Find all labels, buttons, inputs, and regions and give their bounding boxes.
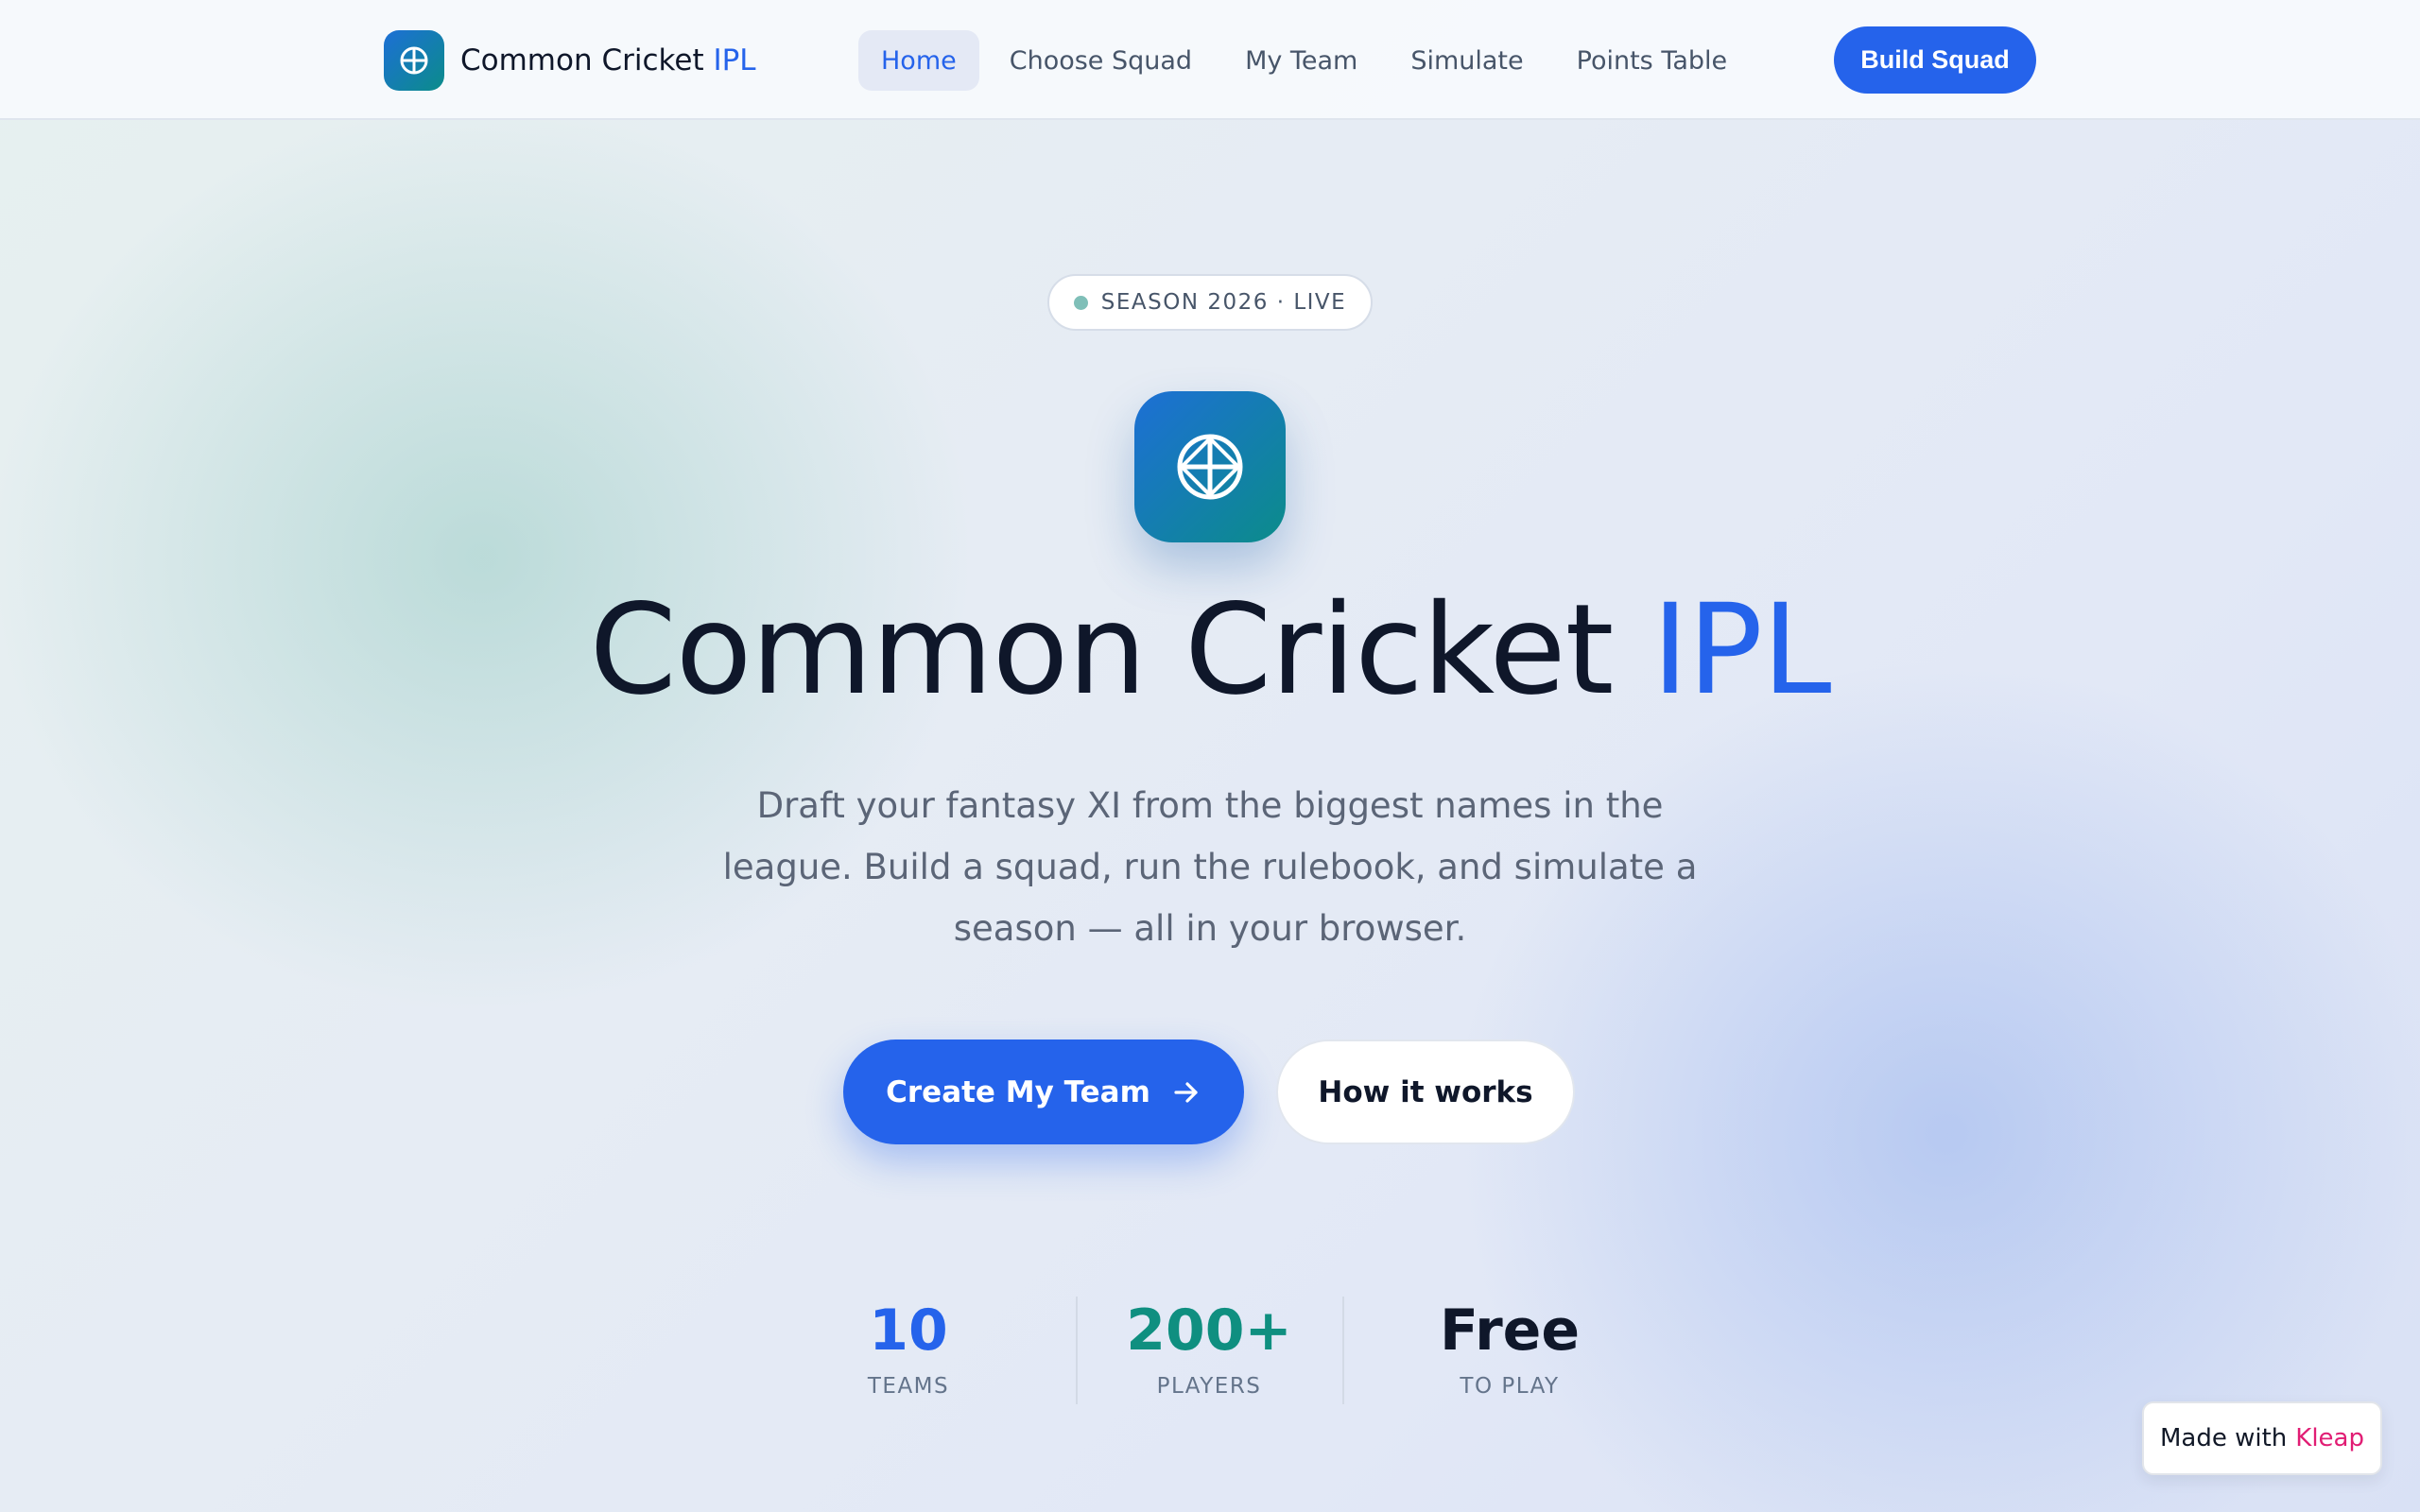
stat-label: TO PLAY	[1460, 1374, 1560, 1399]
stat-label: TEAMS	[867, 1374, 950, 1399]
hero-subtitle: Draft your fantasy XI from the biggest n…	[722, 785, 1698, 949]
cricket-ball-icon	[384, 30, 444, 91]
live-dot-icon	[1073, 295, 1088, 310]
stat-players: 200+ PLAYERS	[1077, 1293, 1341, 1399]
nav-link-simulate[interactable]: Simulate	[1388, 30, 1546, 91]
stat-label: PLAYERS	[1156, 1374, 1262, 1399]
season-badge-text: SEASON 2026 · LIVE	[1100, 290, 1347, 315]
nav-link-points-table[interactable]: Points Table	[1554, 30, 1751, 91]
top-navigation: Common Cricket IPL Home Choose Squad My …	[0, 0, 2420, 120]
nav-link-my-team[interactable]: My Team	[1222, 30, 1380, 91]
made-with-kleap-badge[interactable]: Made with Kleap	[2142, 1401, 2382, 1475]
how-it-works-button[interactable]: How it works	[1276, 1040, 1575, 1144]
create-my-team-button[interactable]: Create My Team	[843, 1040, 1244, 1144]
nav-links: Home Choose Squad My Team Simulate Point…	[858, 30, 1757, 91]
arrow-right-icon	[1171, 1077, 1201, 1108]
stat-value: 200+	[1126, 1297, 1292, 1364]
build-squad-button[interactable]: Build Squad	[1834, 26, 2036, 94]
brand-name: Common Cricket IPL	[460, 43, 756, 77]
stat-teams: 10 TEAMS	[776, 1293, 1041, 1399]
stat-free: Free TO PLAY	[1377, 1293, 1642, 1399]
stat-value: 10	[869, 1297, 948, 1364]
nav-link-home[interactable]: Home	[858, 30, 979, 91]
cricket-ball-icon	[1134, 391, 1286, 542]
kleap-brand-text: Kleap	[2295, 1424, 2364, 1452]
brand[interactable]: Common Cricket IPL	[384, 30, 756, 91]
season-badge: SEASON 2026 · LIVE	[1047, 274, 1373, 331]
stat-divider	[1342, 1297, 1344, 1404]
create-my-team-label: Create My Team	[886, 1074, 1150, 1109]
stat-value: Free	[1439, 1297, 1581, 1364]
made-with-text: Made with	[2159, 1424, 2288, 1452]
hero-title: Common Cricket IPL	[589, 577, 1832, 723]
nav-link-choose-squad[interactable]: Choose Squad	[987, 30, 1215, 91]
